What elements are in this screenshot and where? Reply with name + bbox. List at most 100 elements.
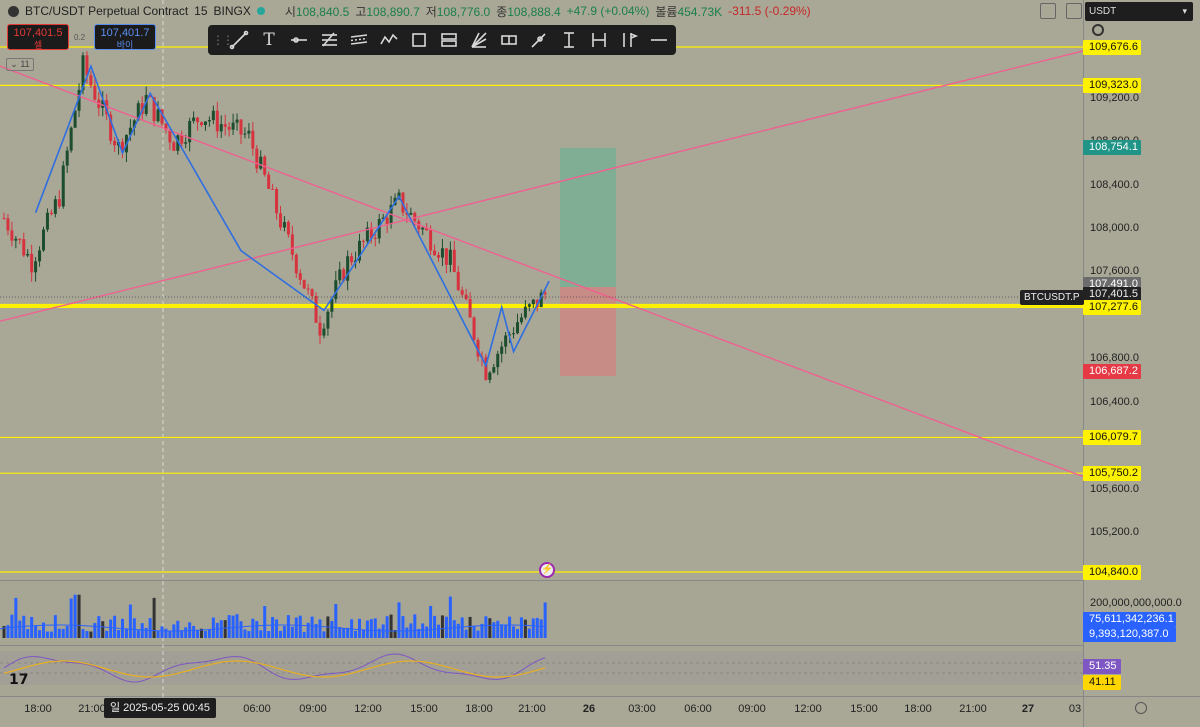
volume-bar	[294, 617, 298, 638]
candle-body	[523, 306, 527, 318]
currency-select[interactable]: USDT ▾	[1085, 2, 1193, 21]
parallel-channel-tool[interactable]	[344, 27, 374, 53]
volume-bar	[203, 630, 207, 638]
time-axis-label: 12:00	[354, 703, 382, 715]
candle-body	[45, 212, 49, 230]
clock-icon[interactable]	[1092, 24, 1104, 36]
candle-body	[235, 119, 239, 123]
path-tool[interactable]	[374, 27, 404, 53]
volume-bar	[433, 615, 437, 638]
exchange-label: BINGX	[213, 4, 251, 18]
rectangle-icon	[412, 33, 426, 47]
symbol-title[interactable]: BTC/USDT Perpetual Contract	[25, 4, 188, 18]
drag-handle-icon[interactable]: ⋮⋮	[212, 33, 234, 47]
volume-bar	[69, 598, 73, 638]
candle-body	[93, 85, 97, 100]
volume-bar	[77, 594, 81, 638]
candle-body	[14, 238, 18, 241]
volume-bar	[279, 630, 282, 638]
candle-body	[223, 124, 227, 127]
buy-button[interactable]: 107,401.7 바이	[94, 24, 156, 50]
volume-bar	[504, 625, 508, 638]
volume-bar	[176, 620, 180, 638]
long-position-loss-zone[interactable]	[560, 287, 616, 376]
volume-bar	[53, 615, 57, 638]
volume-bar	[421, 623, 425, 638]
interval-label[interactable]: 15	[194, 4, 207, 18]
volume-bar	[468, 616, 472, 638]
candle-body	[456, 271, 460, 291]
candle-body	[69, 127, 73, 151]
volume-bar	[117, 630, 121, 638]
candle-body	[113, 140, 117, 146]
flag-tool[interactable]	[614, 27, 644, 53]
sell-label: 셀	[33, 40, 43, 50]
candle-body	[6, 218, 10, 231]
volume-bar	[275, 619, 279, 638]
volume-bar	[243, 629, 247, 638]
lightning-event-icon[interactable]: ⚡	[539, 562, 555, 578]
volume-bar	[472, 625, 476, 638]
volume-bar	[401, 616, 405, 638]
layout-button[interactable]	[1066, 3, 1082, 19]
brush-icon	[531, 33, 546, 48]
candle-body	[10, 230, 14, 241]
candle-body	[468, 299, 472, 318]
date-range-tool[interactable]	[584, 27, 614, 53]
long-position-icon	[441, 33, 457, 47]
volume-bar	[144, 627, 148, 638]
long-position-tool[interactable]	[434, 27, 464, 53]
parallel-channel-icon	[350, 34, 368, 45]
text-tool[interactable]: T	[254, 27, 284, 53]
candle-body	[409, 212, 413, 215]
volume-bar	[346, 627, 350, 638]
tradingview-logo[interactable]: 17	[9, 672, 28, 688]
chart-canvas[interactable]	[0, 0, 1200, 727]
sell-button[interactable]: 107,401.5 셀	[7, 24, 69, 50]
candle-body	[2, 218, 6, 220]
volume-bar	[369, 619, 373, 638]
candle-body	[192, 117, 196, 121]
volume-bar	[318, 619, 322, 638]
time-axis-label: 06:00	[243, 703, 271, 715]
trendline-tool[interactable]	[224, 27, 254, 53]
settings-gear-icon[interactable]	[1135, 702, 1147, 714]
price-axis-tick: 108,000.0	[1090, 221, 1139, 234]
gann-fan-tool[interactable]	[464, 27, 494, 53]
candle-body	[231, 122, 235, 130]
horizontal-ray-icon	[291, 37, 307, 43]
price-tag: 104,840.0	[1083, 565, 1141, 580]
volume-bar	[26, 629, 30, 638]
volume-bar	[65, 626, 69, 638]
vertical-line-tool[interactable]	[554, 27, 584, 53]
rectangle-tool[interactable]	[404, 27, 434, 53]
horizontal-ray-tool[interactable]	[284, 27, 314, 53]
candle-body	[30, 253, 34, 273]
candle-body	[448, 249, 452, 265]
volume-bar	[267, 631, 271, 638]
volume-bar	[492, 622, 496, 638]
indicator-count-toggle[interactable]: ⌄ 11	[6, 58, 34, 71]
candle-body	[318, 322, 322, 336]
volume-bar	[113, 615, 117, 638]
time-axis-label: 21:00	[959, 703, 987, 715]
long-position-profit-zone[interactable]	[560, 148, 616, 287]
fib-retracement-tool[interactable]	[314, 27, 344, 53]
horizontal-line-tool[interactable]	[644, 27, 674, 53]
volume-bar	[354, 630, 358, 638]
candle-body	[239, 119, 243, 135]
candle-body	[49, 212, 53, 214]
candle-body	[271, 188, 275, 190]
maximize-button[interactable]	[1040, 3, 1056, 19]
candle-body	[488, 372, 492, 380]
brush-tool[interactable]	[524, 27, 554, 53]
volume-bar	[464, 629, 468, 638]
path-icon	[380, 33, 398, 45]
low-label: 저	[425, 4, 437, 19]
volume-bar	[322, 631, 326, 638]
volume-bar	[160, 626, 164, 638]
price-range-tool[interactable]	[494, 27, 524, 53]
volume-bar	[271, 616, 275, 638]
candle-body	[42, 229, 45, 251]
candle-body	[255, 148, 259, 169]
